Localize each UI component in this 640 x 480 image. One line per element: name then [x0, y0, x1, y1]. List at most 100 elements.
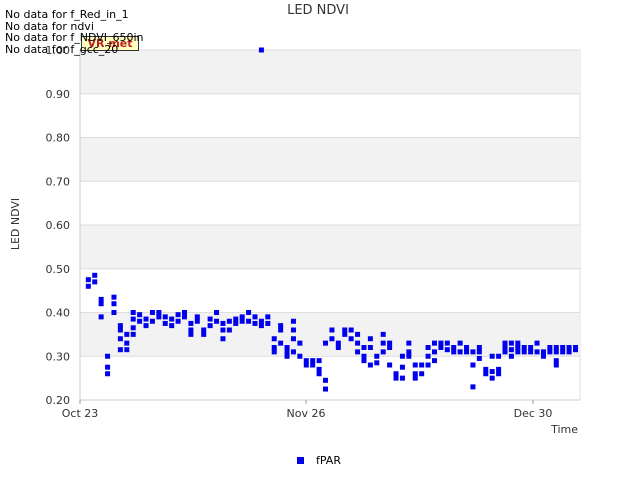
chart-title: LED NDVI — [287, 3, 349, 18]
data-point — [98, 301, 104, 307]
data-point — [483, 371, 489, 377]
data-point — [303, 358, 309, 364]
data-point — [380, 331, 386, 337]
data-point — [156, 310, 162, 315]
data-point — [233, 320, 239, 326]
y-tick-label: 0.20 — [46, 394, 71, 407]
data-point — [508, 340, 514, 346]
data-point — [310, 358, 316, 364]
data-point — [406, 340, 412, 346]
data-point — [399, 353, 405, 359]
data-point — [521, 349, 527, 355]
data-point — [457, 340, 463, 346]
data-point — [316, 358, 322, 364]
data-point — [515, 340, 521, 346]
data-point — [508, 347, 514, 353]
data-point — [111, 301, 117, 307]
data-point — [335, 345, 341, 350]
data-point — [464, 349, 470, 355]
data-point — [412, 375, 418, 381]
data-point — [265, 314, 271, 320]
data-point — [271, 336, 277, 342]
data-point — [329, 336, 335, 342]
data-point — [297, 340, 303, 346]
data-point — [380, 340, 386, 346]
y-tick-label: 0.40 — [46, 307, 71, 320]
data-point — [470, 362, 476, 368]
data-point — [220, 336, 226, 342]
data-point — [143, 323, 149, 329]
data-point — [284, 353, 290, 359]
data-point — [476, 345, 482, 350]
data-point — [425, 353, 431, 359]
data-point — [361, 358, 367, 364]
data-point — [194, 318, 200, 324]
data-point — [137, 318, 143, 324]
data-point — [258, 47, 264, 53]
data-point — [271, 345, 277, 350]
data-point — [323, 386, 329, 392]
data-point — [220, 327, 226, 333]
data-point — [476, 349, 482, 355]
data-point — [355, 340, 361, 346]
data-point — [188, 331, 194, 337]
data-point — [117, 327, 123, 333]
data-point — [284, 349, 290, 355]
data-point — [342, 331, 348, 337]
data-point — [412, 362, 418, 368]
data-point — [406, 353, 412, 359]
data-point — [483, 366, 489, 372]
x-axis-label: Time — [550, 423, 578, 436]
data-point — [502, 349, 508, 355]
data-point — [502, 340, 508, 346]
data-point — [303, 362, 309, 368]
data-point — [502, 345, 508, 350]
data-point — [528, 349, 534, 355]
data-point — [560, 345, 566, 350]
data-point — [194, 314, 200, 320]
y-tick-label: 0.80 — [46, 132, 71, 145]
data-point — [290, 336, 296, 342]
data-point — [470, 384, 476, 390]
data-point — [431, 340, 437, 346]
data-point — [566, 349, 572, 355]
data-point — [553, 345, 559, 350]
data-point — [175, 318, 181, 324]
data-point — [258, 318, 264, 324]
y-tick-label: 0.30 — [46, 350, 71, 363]
data-point — [374, 360, 380, 366]
data-point — [534, 340, 540, 346]
data-point — [117, 347, 123, 353]
data-point — [226, 318, 232, 324]
data-point — [451, 349, 457, 355]
data-point — [149, 310, 155, 315]
data-point — [175, 312, 181, 318]
data-point — [419, 371, 425, 377]
data-point — [374, 353, 380, 359]
grid-band — [80, 137, 580, 182]
grid-band — [80, 225, 580, 269]
data-point — [143, 316, 149, 322]
led-ndvi-chart: LED NDVI 0.20 0.30 0.40 0.50 0.60 0.70 0.80 0.9… — [9, 3, 581, 467]
data-point — [419, 362, 425, 368]
data-point — [329, 327, 335, 333]
data-point — [367, 336, 373, 342]
data-point — [278, 323, 284, 329]
data-point — [540, 353, 546, 359]
data-point — [553, 358, 559, 364]
data-point — [162, 320, 168, 326]
data-point — [156, 314, 162, 320]
data-point — [117, 336, 123, 342]
data-point — [98, 296, 104, 302]
data-point — [457, 349, 463, 355]
data-point — [464, 345, 470, 350]
data-point — [316, 366, 322, 372]
data-point — [560, 349, 566, 355]
data-point — [425, 362, 431, 368]
data-point — [521, 345, 527, 350]
data-point — [290, 318, 296, 324]
data-point — [508, 353, 514, 359]
data-point — [496, 353, 502, 359]
data-point — [181, 310, 187, 315]
data-point — [252, 314, 258, 320]
